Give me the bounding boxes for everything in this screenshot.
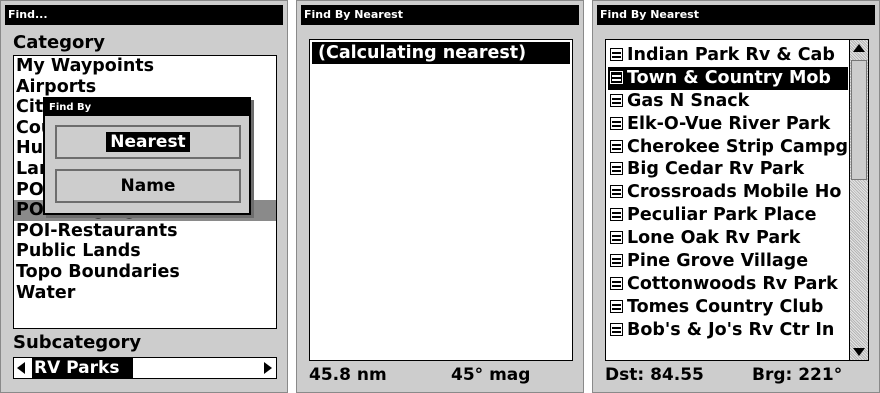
result-item-label: Tomes Country Club bbox=[627, 296, 824, 317]
bearing-readout: Brg: 221° bbox=[752, 365, 843, 385]
find-screen: Find... Category My WaypointsAirportsCit… bbox=[0, 0, 288, 393]
result-item[interactable]: Crossroads Mobile Ho bbox=[608, 181, 848, 204]
scroll-up-arrow-icon[interactable] bbox=[853, 44, 865, 52]
poi-list-icon bbox=[610, 185, 623, 199]
category-label: Category bbox=[13, 32, 106, 53]
result-item[interactable]: Tomes Country Club bbox=[608, 296, 848, 319]
left-arrow-icon[interactable] bbox=[17, 362, 25, 374]
result-item-label: Pine Grove Village bbox=[627, 251, 809, 272]
result-item[interactable]: Town & Country Mob bbox=[608, 66, 848, 90]
results-list[interactable]: (Calculating nearest) bbox=[309, 39, 573, 361]
status-bar: 45.8 nm 45° mag bbox=[301, 360, 579, 390]
poi-list-icon bbox=[610, 162, 623, 176]
nearest-button[interactable]: Nearest bbox=[55, 125, 241, 159]
subcategory-selector[interactable]: RV Parks bbox=[13, 357, 277, 379]
scrollbar-thumb[interactable] bbox=[851, 60, 867, 180]
poi-list-icon bbox=[610, 276, 623, 290]
result-item-label: Town & Country Mob bbox=[627, 67, 831, 88]
result-item-label: Cottonwoods Rv Park bbox=[627, 273, 838, 294]
results-list[interactable]: Indian Park Rv & Cab Town & Country Mob Ga… bbox=[605, 39, 869, 361]
poi-list-icon bbox=[610, 139, 623, 153]
poi-list-icon bbox=[610, 208, 623, 222]
result-item[interactable]: Cherokee Strip Campg bbox=[608, 136, 848, 159]
window-title: Find By Nearest bbox=[597, 5, 875, 25]
poi-list-icon bbox=[610, 93, 623, 107]
name-button[interactable]: Name bbox=[55, 169, 241, 203]
result-item[interactable]: Indian Park Rv & Cab bbox=[608, 44, 848, 67]
nearest-label: Nearest bbox=[106, 132, 190, 152]
poi-list-icon bbox=[610, 116, 623, 130]
poi-list-icon bbox=[610, 70, 623, 84]
scrollbar[interactable] bbox=[849, 40, 868, 360]
calculating-message: (Calculating nearest) bbox=[312, 42, 570, 64]
category-item[interactable]: My Waypoints bbox=[14, 56, 276, 77]
category-item[interactable]: Airports bbox=[14, 77, 276, 98]
window-title: Find... bbox=[5, 5, 283, 25]
result-item-label: Indian Park Rv & Cab bbox=[627, 45, 835, 65]
poi-list-icon bbox=[610, 299, 623, 313]
subcategory-label: Subcategory bbox=[13, 332, 142, 353]
right-arrow-icon[interactable] bbox=[264, 362, 272, 374]
result-item-label: Gas N Snack bbox=[627, 90, 750, 111]
result-item[interactable]: Peculiar Park Place bbox=[608, 204, 848, 227]
result-item[interactable]: Pine Grove Village bbox=[608, 250, 848, 273]
result-item-label: Lone Oak Rv Park bbox=[627, 228, 801, 249]
poi-list-icon bbox=[610, 48, 623, 61]
name-label: Name bbox=[120, 176, 176, 196]
poi-list-icon bbox=[610, 322, 623, 336]
category-item[interactable]: POI-Restaurants bbox=[14, 221, 276, 242]
result-item-label: Elk-O-Vue River Park bbox=[627, 113, 831, 134]
category-item[interactable]: Topo Boundaries bbox=[14, 262, 276, 283]
find-by-nearest-calculating-screen: Find By Nearest (Calculating nearest) 45… bbox=[296, 0, 584, 393]
result-item-label: Big Cedar Rv Park bbox=[627, 159, 805, 180]
find-by-popup: Find By Nearest Name bbox=[43, 97, 251, 215]
status-bar: Dst: 84.55 Brg: 221° bbox=[597, 360, 875, 390]
result-item[interactable]: Elk-O-Vue River Park bbox=[608, 113, 848, 136]
distance-readout: 45.8 nm bbox=[309, 365, 387, 385]
result-item-label: Crossroads Mobile Ho bbox=[627, 182, 842, 203]
category-item[interactable]: Water bbox=[14, 283, 276, 304]
distance-readout: Dst: 84.55 bbox=[605, 365, 704, 385]
category-item[interactable]: Public Lands bbox=[14, 241, 276, 262]
result-item-label: Peculiar Park Place bbox=[627, 205, 817, 226]
subcategory-value: RV Parks bbox=[32, 358, 134, 378]
bearing-readout: 45° mag bbox=[451, 365, 531, 385]
result-item[interactable]: Cottonwoods Rv Park bbox=[608, 273, 848, 296]
result-item[interactable]: Bob's & Jo's Rv Ctr In bbox=[608, 319, 848, 342]
result-item[interactable]: Lone Oak Rv Park bbox=[608, 227, 848, 250]
result-item-label: Cherokee Strip Campg bbox=[627, 136, 848, 157]
popup-title: Find By bbox=[45, 99, 249, 116]
poi-list-icon bbox=[610, 254, 623, 268]
poi-list-icon bbox=[610, 231, 623, 245]
result-item[interactable]: Gas N Snack bbox=[608, 90, 848, 113]
scroll-down-arrow-icon[interactable] bbox=[853, 348, 865, 356]
result-item-label: Bob's & Jo's Rv Ctr In bbox=[627, 319, 835, 340]
result-item[interactable]: Big Cedar Rv Park bbox=[608, 158, 848, 181]
window-title: Find By Nearest bbox=[301, 5, 579, 25]
find-by-nearest-results-screen: Find By Nearest Indian Park Rv & Cab Town… bbox=[592, 0, 880, 393]
